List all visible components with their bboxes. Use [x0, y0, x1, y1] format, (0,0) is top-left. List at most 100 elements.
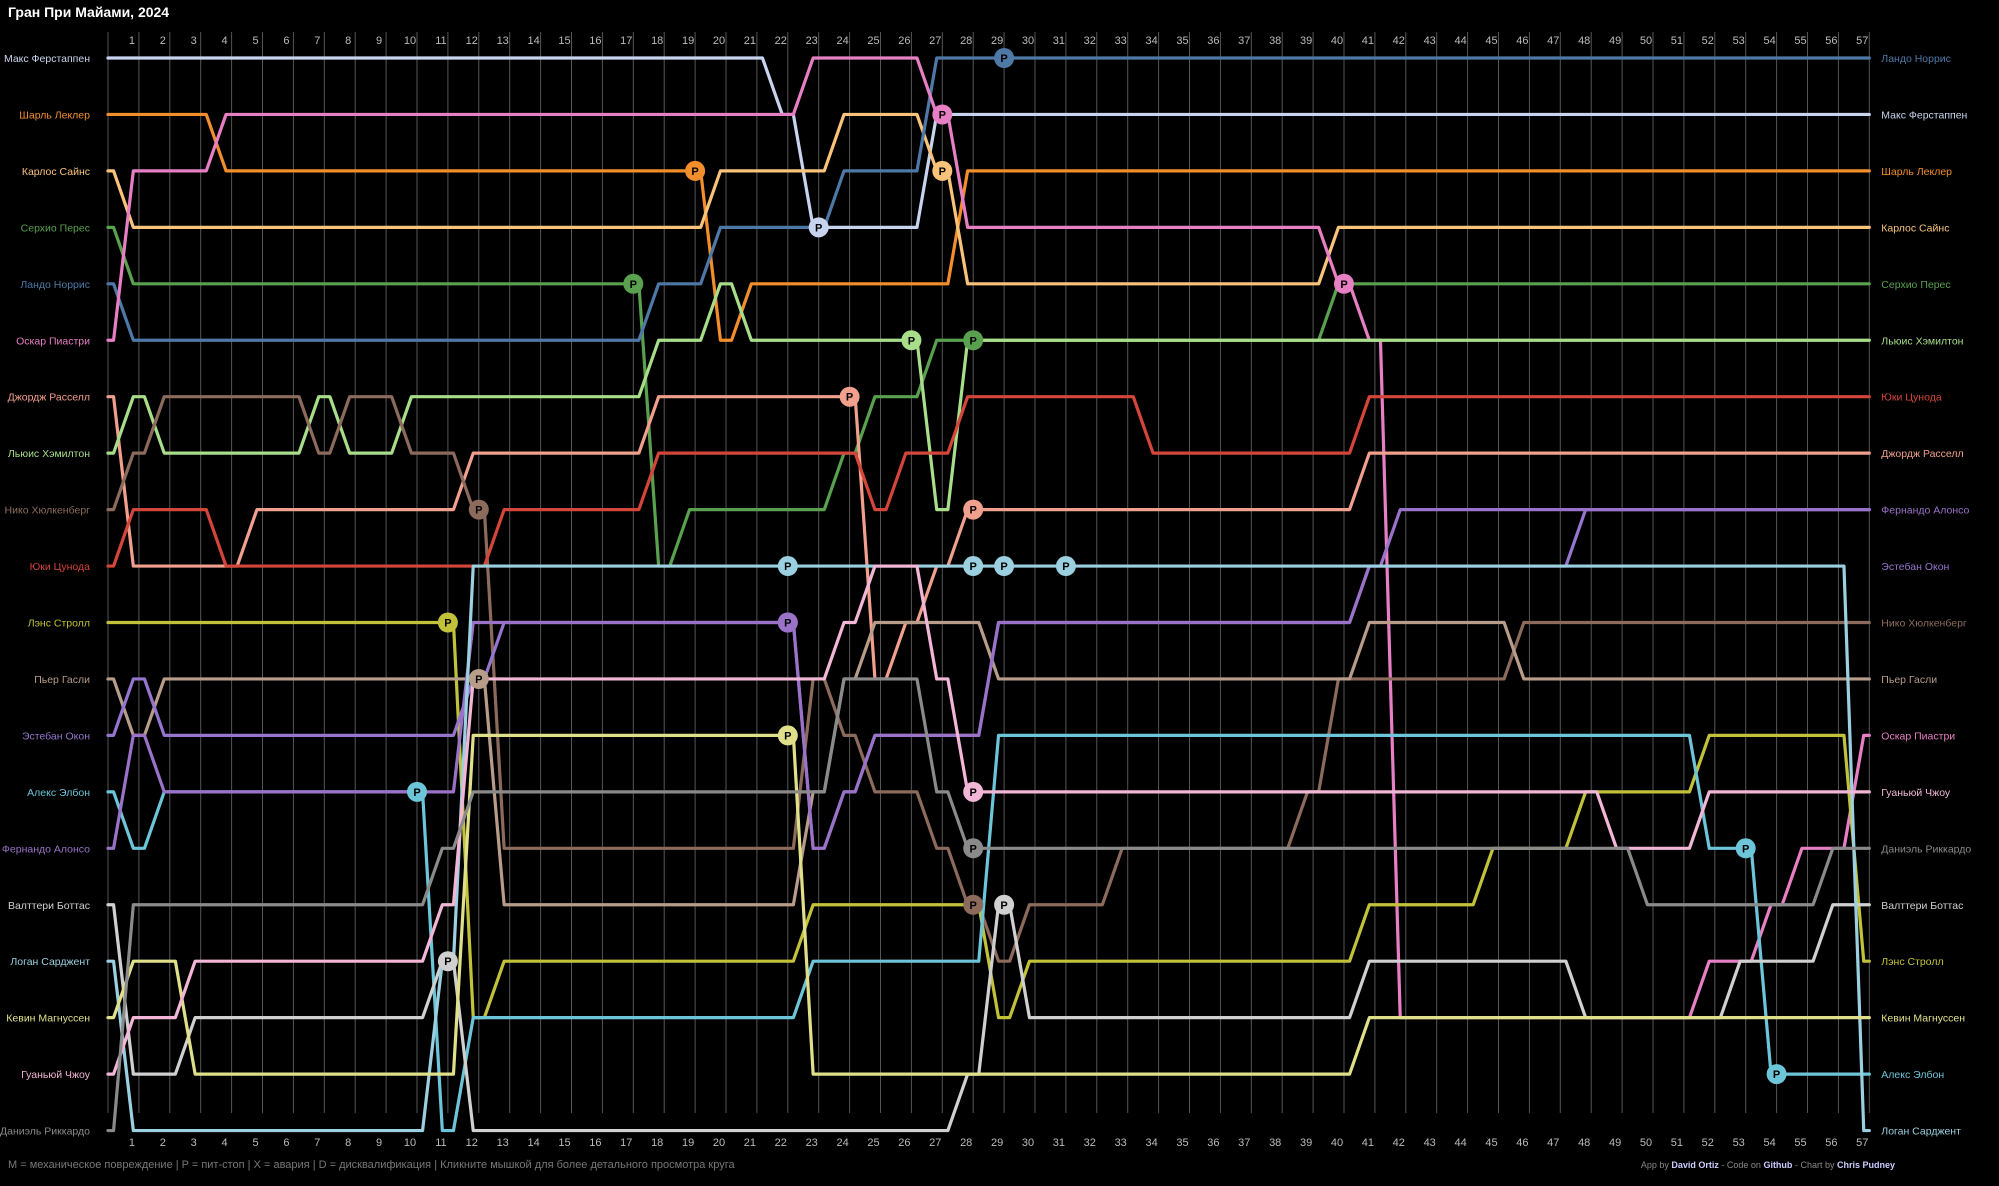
finish-position-label[interactable]: Оскар Пиастри: [1881, 730, 1955, 742]
pit-stop-marker[interactable]: P: [808, 217, 829, 238]
start-position-label[interactable]: Оскар Пиастри: [16, 335, 90, 347]
lap-tick-label-bottom: 7: [314, 1137, 320, 1149]
pit-stop-marker[interactable]: P: [777, 612, 798, 633]
lap-tick-label-bottom: 38: [1269, 1137, 1281, 1149]
finish-position-label[interactable]: Карлос Сайнс: [1881, 222, 1949, 234]
lap-tick-label-bottom: 55: [1794, 1137, 1806, 1149]
lap-tick-label-top: 35: [1176, 35, 1188, 47]
lap-tick-label-bottom: 49: [1609, 1137, 1621, 1149]
pit-stop-marker[interactable]: P: [963, 556, 984, 577]
lap-tick-label-top: 15: [558, 35, 570, 47]
pit-stop-marker[interactable]: P: [1334, 273, 1354, 294]
finish-position-label[interactable]: Нико Хюлкенберг: [1881, 618, 1967, 630]
pit-stop-marker[interactable]: P: [685, 160, 706, 181]
finish-position-label[interactable]: Джордж Расселл: [1881, 448, 1963, 460]
pit-stop-marker[interactable]: P: [963, 499, 984, 520]
pit-stop-marker[interactable]: P: [468, 668, 489, 689]
pit-stop-marker[interactable]: P: [963, 330, 984, 351]
finish-position-label[interactable]: Кевин Магнуссен: [1881, 1013, 1965, 1025]
credits-app-author-link[interactable]: David Ortiz: [1671, 1160, 1719, 1170]
lap-tick-label-bottom: 19: [682, 1137, 694, 1149]
start-position-label[interactable]: Логан Сарджент: [10, 956, 90, 968]
pit-stop-label: P: [970, 561, 977, 573]
pit-stop-label: P: [939, 166, 946, 178]
pit-stop-marker[interactable]: P: [963, 894, 984, 915]
pit-stop-marker[interactable]: P: [1055, 556, 1076, 577]
pit-stop-marker[interactable]: P: [963, 781, 984, 802]
driver-lines: [106, 56, 1871, 1133]
credits-github-link[interactable]: Github: [1763, 1160, 1792, 1170]
finish-position-label[interactable]: Серхио Перес: [1881, 279, 1950, 291]
start-position-label[interactable]: Юки Цунода: [30, 561, 91, 573]
lap-tick-label-top: 31: [1053, 35, 1065, 47]
driver-line[interactable]: [106, 56, 1871, 342]
pit-stop-marker[interactable]: P: [1766, 1064, 1787, 1085]
lap-tick-label-top: 29: [991, 35, 1003, 47]
credits-chart-author-link[interactable]: Chris Pudney: [1837, 1160, 1895, 1170]
pit-stop-marker[interactable]: P: [932, 160, 953, 181]
start-position-label[interactable]: Пьер Гасли: [34, 674, 90, 686]
pit-stop-marker[interactable]: P: [932, 104, 953, 125]
pit-stop-marker[interactable]: P: [839, 386, 860, 407]
start-position-label[interactable]: Лэнс Стролл: [28, 618, 90, 630]
finish-position-label[interactable]: Льюис Хэмилтон: [1881, 335, 1963, 347]
start-position-label[interactable]: Ландо Норрис: [20, 279, 90, 291]
start-position-label[interactable]: Джордж Расселл: [8, 392, 90, 404]
start-position-label[interactable]: Фернандо Алонсо: [2, 843, 90, 855]
finish-position-label[interactable]: Гуаньюй Чжоу: [1881, 787, 1951, 799]
pit-stop-marker[interactable]: P: [963, 838, 984, 859]
lap-tick-label-top: 24: [836, 35, 848, 47]
finish-position-label[interactable]: Логан Сарджент: [1881, 1126, 1961, 1138]
finish-position-label[interactable]: Алекс Элбон: [1881, 1069, 1944, 1081]
pit-stop-marker[interactable]: P: [777, 556, 798, 577]
finish-position-label[interactable]: Макс Ферстаппен: [1881, 109, 1967, 121]
lap-tick-label-top: 10: [404, 35, 416, 47]
pit-stop-marker[interactable]: P: [901, 330, 922, 351]
start-position-label[interactable]: Льюис Хэмилтон: [8, 448, 90, 460]
finish-position-label[interactable]: Лэнс Стролл: [1881, 956, 1943, 968]
start-position-label[interactable]: Макс Ферстаппен: [4, 53, 90, 65]
start-position-label[interactable]: Карлос Сайнс: [22, 166, 90, 178]
pit-stop-marker[interactable]: P: [994, 894, 1015, 915]
finish-position-label[interactable]: Фернандо Алонсо: [1881, 505, 1969, 517]
pit-stop-label: P: [784, 561, 791, 573]
race-position-chart[interactable]: 1122334455667788991010111112121313141415…: [0, 0, 1999, 1186]
start-position-label[interactable]: Алекс Элбон: [27, 787, 90, 799]
driver-line[interactable]: [106, 56, 1871, 229]
start-position-label[interactable]: Валттери Боттас: [8, 900, 90, 912]
driver-line[interactable]: [106, 112, 1871, 286]
start-position-label[interactable]: Гуаньюй Чжоу: [21, 1069, 91, 1081]
lap-tick-label-bottom: 56: [1825, 1137, 1837, 1149]
start-position-label[interactable]: Даниэль Риккардо: [0, 1126, 90, 1138]
pit-stop-marker[interactable]: P: [994, 48, 1015, 68]
finish-position-label[interactable]: Юки Цунода: [1881, 392, 1942, 404]
start-position-label[interactable]: Нико Хюлкенберг: [5, 505, 91, 517]
pit-stop-marker[interactable]: P: [407, 781, 427, 802]
finish-position-label[interactable]: Эстебан Окон: [1881, 561, 1949, 573]
finish-position-label[interactable]: Ландо Норрис: [1881, 53, 1951, 65]
pit-stop-marker[interactable]: P: [468, 499, 489, 520]
finish-position-label[interactable]: Даниэль Риккардо: [1881, 843, 1971, 855]
finish-position-label[interactable]: Пьер Гасли: [1881, 674, 1937, 686]
lap-tick-label-bottom: 26: [898, 1137, 910, 1149]
pit-stop-marker[interactable]: P: [437, 612, 458, 633]
start-position-label[interactable]: Кевин Магнуссен: [6, 1013, 90, 1025]
pit-stop-marker[interactable]: P: [994, 556, 1015, 577]
lap-tick-label-top: 18: [651, 35, 663, 47]
lap-tick-label-top: 39: [1300, 35, 1312, 47]
start-position-label[interactable]: Серхио Перес: [21, 222, 90, 234]
pit-stop-marker[interactable]: P: [777, 725, 798, 746]
driver-line[interactable]: [106, 395, 1871, 681]
driver-line[interactable]: [106, 677, 1871, 1133]
pit-stop-label: P: [630, 279, 637, 291]
driver-line[interactable]: [106, 395, 1871, 568]
pit-stop-marker[interactable]: P: [1735, 838, 1756, 859]
pit-stop-marker[interactable]: P: [623, 273, 644, 294]
lap-tick-label-bottom: 2: [160, 1137, 166, 1149]
pit-stop-marker[interactable]: P: [437, 951, 458, 972]
start-position-label[interactable]: Шарль Леклер: [19, 109, 90, 121]
driver-line[interactable]: [106, 56, 1871, 1020]
start-position-label[interactable]: Эстебан Окон: [22, 730, 90, 742]
finish-position-label[interactable]: Валттери Боттас: [1881, 900, 1963, 912]
finish-position-label[interactable]: Шарль Леклер: [1881, 166, 1952, 178]
